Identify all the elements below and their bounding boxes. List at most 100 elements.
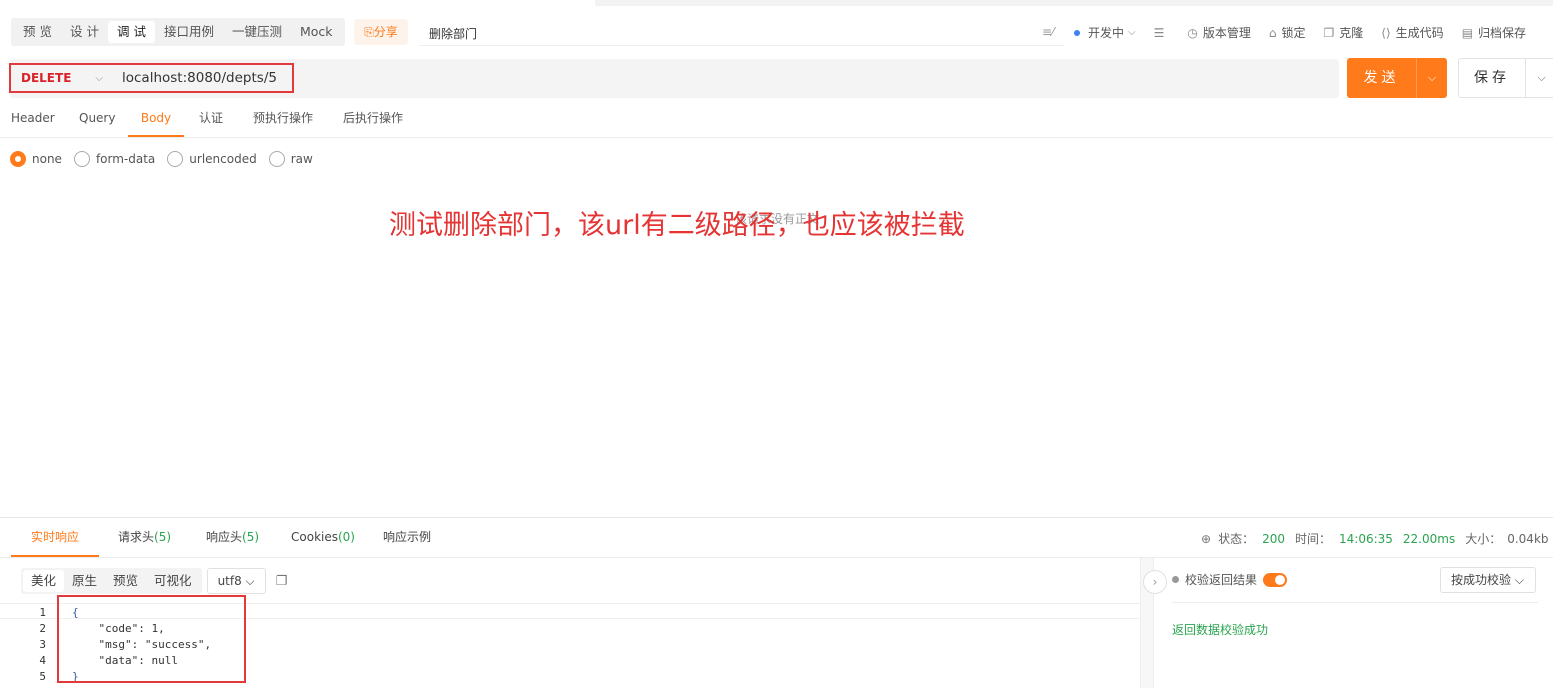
format-bar: 美化 原生 预览 可视化 utf8 ⌵ ❐	[21, 568, 287, 594]
radio-checked-icon	[10, 151, 26, 167]
url-input[interactable]: localhost:8080/depts/5	[122, 59, 277, 98]
tab-query[interactable]: Query	[79, 100, 115, 137]
response-code-editor[interactable]: 1 2 3 4 5 { "code": 1, "msg": "success",…	[0, 603, 1140, 688]
tab-request-headers[interactable]: 请求头(5)	[118, 518, 171, 557]
chevron-down-icon: ⌵	[95, 73, 103, 84]
body-type-group: none form-data urlencoded raw	[10, 151, 325, 167]
lock-label: 锁定	[1281, 26, 1306, 40]
tab-body[interactable]: Body	[128, 100, 184, 137]
tab-cookies[interactable]: Cookies(0)	[291, 518, 355, 557]
tab-response-examples[interactable]: 响应示例	[383, 518, 431, 557]
encoding-select[interactable]: utf8 ⌵	[206, 568, 266, 594]
radio-none[interactable]: none	[10, 151, 62, 167]
chevron-down-icon: ⌵	[1128, 27, 1136, 38]
archive-button[interactable]: ▤ 归档保存	[1462, 24, 1526, 41]
clock-icon: ◷	[1187, 25, 1198, 40]
send-button[interactable]: 发送	[1347, 58, 1416, 98]
mode-design[interactable]: 设 计	[61, 21, 108, 43]
radio-unchecked-icon	[268, 151, 285, 167]
line-number: 4	[39, 654, 46, 667]
tab-label: 实时响应	[30, 530, 79, 544]
copy-icon: ❐	[1323, 25, 1335, 40]
tab-response-headers[interactable]: 响应头(5)	[206, 518, 259, 557]
radio-label: none	[32, 152, 62, 166]
code-line: "msg": "success",	[72, 638, 212, 651]
size-value: 0.04kb	[1507, 531, 1549, 546]
tab-label: Cookies	[291, 530, 338, 544]
tab-pre-script[interactable]: 预执行操作	[253, 100, 313, 137]
verify-result: 返回数据校验成功	[1172, 623, 1269, 637]
lock-button[interactable]: ⌂ 锁定	[1269, 24, 1306, 41]
save-dropdown-icon[interactable]: ⌵	[1525, 59, 1553, 97]
copy-icon[interactable]: ❐	[276, 574, 288, 589]
method-select[interactable]: DELETE ⌵	[10, 59, 113, 98]
radio-raw[interactable]: raw	[268, 151, 313, 167]
verify-dot-icon	[1172, 576, 1179, 583]
edit-icon[interactable]: ≡⁄	[1042, 25, 1054, 39]
line-number: 3	[39, 638, 46, 651]
outline-button[interactable]: ☰	[1154, 26, 1170, 40]
status-dropdown[interactable]: 开发中 ⌵	[1074, 24, 1136, 41]
clone-button[interactable]: ❐ 克隆	[1324, 24, 1364, 41]
mode-debug[interactable]: 调 试	[107, 21, 155, 43]
status-dot-icon	[1074, 29, 1080, 36]
verify-toggle[interactable]	[1263, 572, 1288, 587]
code-line: }	[72, 670, 79, 683]
radio-label: form-data	[95, 152, 156, 166]
radio-label: raw	[290, 152, 313, 166]
globe-icon[interactable]: ⊕	[1201, 532, 1211, 546]
save-button[interactable]: 保存	[1459, 59, 1525, 97]
code-line: "data": null	[72, 654, 178, 667]
mode-switcher: 预 览 设 计 调 试 接口用例 一键压测 Mock	[11, 18, 345, 46]
send-dropdown-icon[interactable]: ⌵	[1416, 58, 1447, 98]
timestamp: 14:06:35	[1339, 531, 1393, 546]
size-label: 大小：	[1465, 532, 1502, 546]
format-raw[interactable]: 原生	[64, 570, 105, 592]
version-button[interactable]: ◷ 版本管理	[1187, 24, 1251, 41]
format-preview[interactable]: 预览	[105, 570, 146, 592]
toolbar-actions: 开发中 ⌵ ☰ ◷ 版本管理 ⌂ 锁定 ❐ 克隆 ⟨⟩ 生成代码 ▤ 归档保存	[1074, 24, 1544, 41]
line-number: 2	[39, 622, 46, 635]
code-line: {	[72, 606, 79, 619]
request-tabs: Header Query Body 认证 预执行操作 后执行操作	[0, 100, 1553, 138]
format-pretty[interactable]: 美化	[23, 570, 65, 592]
archive-icon: ▤	[1461, 25, 1474, 40]
send-button-group: 发送 ⌵	[1347, 58, 1447, 98]
duration: 22.00ms	[1402, 531, 1456, 546]
chevron-right-icon[interactable]: ›	[1143, 570, 1167, 594]
share-button[interactable]: ⎘分享	[354, 19, 408, 45]
tab-header[interactable]: Header	[11, 100, 55, 137]
current-line-highlight	[0, 618, 1140, 619]
annotation-text: 测试删除部门，该url有二级路径，也应该被拦截	[389, 210, 965, 241]
code-line: "code": 1,	[72, 622, 165, 635]
radio-unchecked-icon	[73, 151, 90, 167]
gencode-button[interactable]: ⟨⟩ 生成代码	[1381, 24, 1443, 41]
tab-label: 请求头	[118, 530, 155, 544]
verify-mode-select[interactable]: 按成功校验 ⌵	[1440, 567, 1536, 593]
api-name-field[interactable]: 删除部门 ≡⁄	[419, 19, 1064, 46]
tab-label: 响应示例	[383, 530, 432, 544]
mode-preview[interactable]: 预 览	[14, 21, 61, 43]
response-panel: 实时响应 请求头(5) 响应头(5) Cookies(0) 响应示例 ⊕ 状态：…	[0, 517, 1553, 688]
tab-count: (5)	[154, 530, 172, 544]
tab-count: (0)	[337, 530, 355, 544]
format-switcher: 美化 原生 预览 可视化	[21, 568, 202, 594]
code-icon: ⟨⟩	[1381, 25, 1391, 40]
format-visualize[interactable]: 可视化	[146, 570, 200, 592]
radio-urlencoded[interactable]: urlencoded	[167, 151, 257, 167]
top-toolbar: 预 览 设 计 调 试 接口用例 一键压测 Mock ⎘分享 删除部门 ≡⁄ 开…	[0, 0, 1553, 50]
tab-auth[interactable]: 认证	[199, 100, 223, 137]
mode-test-case[interactable]: 接口用例	[155, 21, 223, 43]
line-number: 1	[39, 606, 46, 619]
save-button-group: 保存 ⌵	[1458, 58, 1553, 98]
top-strip	[595, 0, 1553, 6]
radio-form-data[interactable]: form-data	[73, 151, 156, 167]
status-code: 200	[1262, 531, 1285, 546]
line-number: 5	[39, 670, 46, 683]
mode-load-test[interactable]: 一键压测	[223, 21, 291, 43]
tab-live-response[interactable]: 实时响应	[11, 518, 99, 557]
radio-unchecked-icon	[167, 151, 184, 167]
status-label: 开发中	[1088, 26, 1125, 40]
mode-mock[interactable]: Mock	[291, 21, 342, 43]
tab-post-script[interactable]: 后执行操作	[343, 100, 403, 137]
